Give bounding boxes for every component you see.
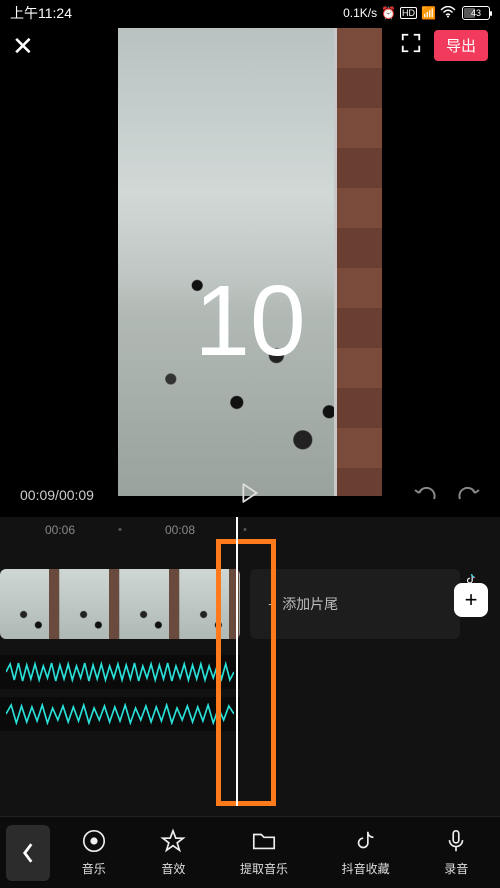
waveform — [6, 703, 234, 725]
alarm-icon: ⏰ — [381, 6, 396, 20]
battery-icon: 43 — [462, 6, 490, 20]
video-track[interactable]: + 添加片尾 — [0, 569, 500, 639]
preview-decor — [334, 28, 382, 496]
add-clip-button[interactable]: + — [454, 583, 488, 617]
playback-bar: 00:09/00:09 — [0, 483, 500, 506]
tool-label: 抖音收藏 — [342, 860, 390, 877]
hd-icon: HD — [400, 7, 417, 19]
tiktok-icon — [353, 828, 379, 854]
battery-pct: 43 — [471, 8, 481, 18]
add-ending-button[interactable]: + 添加片尾 — [250, 569, 460, 639]
play-button[interactable] — [241, 483, 259, 506]
preview-area: 10 00:09/00:09 — [0, 66, 500, 516]
audio-track-1[interactable] — [0, 655, 240, 689]
signal-icon: 📶 — [421, 6, 436, 20]
tiktok-icon — [454, 573, 488, 583]
net-speed: 0.1K/s — [343, 6, 377, 20]
audio-track-2[interactable] — [0, 697, 240, 731]
tool-record[interactable]: 录音 — [443, 828, 469, 877]
tool-sfx[interactable]: 音效 — [160, 828, 186, 877]
export-button[interactable]: 导出 — [434, 30, 488, 61]
tool-music[interactable]: 音乐 — [81, 828, 107, 877]
close-icon[interactable]: ✕ — [12, 33, 34, 59]
video-preview[interactable] — [118, 28, 382, 496]
time-display: 00:09/00:09 — [20, 487, 94, 503]
status-right: 0.1K/s ⏰ HD 📶 43 — [343, 6, 490, 21]
folder-icon — [251, 828, 277, 854]
back-button[interactable] — [6, 825, 50, 881]
clip-thumbnails[interactable] — [0, 569, 240, 639]
wifi-icon — [440, 6, 456, 21]
undo-button[interactable] — [414, 483, 438, 506]
bottom-toolbar: 音乐 音效 提取音乐 抖音收藏 录音 — [0, 816, 500, 888]
ruler-tick: 00:08 — [165, 523, 195, 537]
tool-label: 音乐 — [82, 860, 106, 877]
fullscreen-icon[interactable] — [400, 32, 422, 59]
ruler-dot — [244, 528, 247, 531]
tool-label: 录音 — [444, 860, 468, 877]
overlay-number: 10 — [194, 271, 305, 371]
mic-icon — [443, 828, 469, 854]
ruler-dot — [119, 528, 122, 531]
plus-icon: + — [268, 596, 276, 612]
waveform — [6, 661, 234, 683]
tool-label: 音效 — [161, 860, 185, 877]
add-ending-label: 添加片尾 — [282, 594, 338, 614]
status-bar: 上午11:24 0.1K/s ⏰ HD 📶 43 — [0, 0, 500, 26]
music-icon — [81, 828, 107, 854]
tool-extract[interactable]: 提取音乐 — [240, 828, 288, 877]
timeline[interactable]: 00:06 00:08 + 添加片尾 + — [0, 516, 500, 826]
star-icon — [160, 828, 186, 854]
time-ruler[interactable]: 00:06 00:08 — [0, 517, 500, 545]
redo-button[interactable] — [456, 483, 480, 506]
tool-douyin[interactable]: 抖音收藏 — [342, 828, 390, 877]
tool-label: 提取音乐 — [240, 860, 288, 877]
ruler-tick: 00:06 — [45, 523, 75, 537]
status-time: 上午11:24 — [10, 3, 72, 23]
playhead[interactable] — [236, 517, 238, 806]
